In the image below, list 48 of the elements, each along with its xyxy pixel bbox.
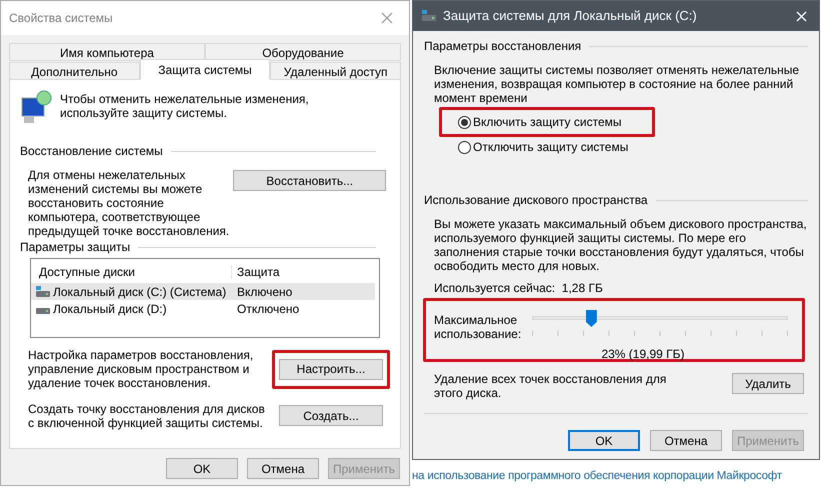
tab[interactable]: Оборудование — [205, 43, 401, 61]
slider-label: Максимальное использование: — [434, 313, 522, 341]
usage-description: Вы можете указать максимальный объем дискового пространства, используемого функцией защиты системы. По мере его заполнения старые точки восстановления будут удаляться, чтобы освободить место для новых. — [433, 217, 808, 273]
radio-label: Включить защиту системы — [473, 115, 622, 129]
dialog-button[interactable]: Отмена — [247, 458, 319, 479]
window-title: Свойства системы — [9, 10, 113, 27]
slider-ticks-icon — [532, 331, 788, 336]
action-button[interactable]: Создать... — [279, 405, 383, 426]
current-usage: Используется сейчас: 1,28 ГБ — [433, 281, 604, 295]
tab[interactable]: Дополнительно — [9, 62, 140, 80]
column-header: Защита — [231, 265, 379, 279]
tab[interactable]: Защита системы — [140, 59, 270, 80]
group-heading: Параметры восстановления — [424, 39, 582, 53]
drive-name: Локальный диск (D:) — [53, 302, 167, 316]
dialog-button[interactable]: Отмена — [650, 430, 722, 451]
radio-button[interactable] — [458, 116, 471, 128]
drive-name: Локальный диск (C:) (Система) — [53, 284, 226, 298]
computer-shield-icon — [20, 90, 52, 124]
background-link[interactable]: на использование программного обеспечения корпорации Майкрософт — [412, 468, 782, 486]
drive-row[interactable]: Локальный диск (C:) (Система) Включено — [31, 283, 375, 300]
restore-button[interactable]: Восстановить... — [233, 170, 386, 191]
tab[interactable]: Удаленный доступ — [270, 62, 402, 80]
column-header: Доступные диски — [38, 265, 136, 279]
group-heading: Параметры защиты — [20, 240, 130, 254]
restore-description: Включение защиты системы позволяет отменять нежелательные изменения, возвращая компьютер в состояние на более ранний момент времени — [433, 63, 800, 105]
protection-status: Отключено — [236, 302, 300, 316]
action-description: Настройка параметров восстановления, управление дисковым пространством и удаление точек восстановления. — [28, 348, 254, 390]
delete-description: Удаление всех точек восстановления для этого диска. — [434, 372, 668, 400]
window-title: Защита системы для Локальный диск (C:) — [443, 9, 697, 23]
slider-track[interactable] — [532, 310, 788, 327]
intro-text: Чтобы отменить нежелательные изменения, используйте защиту системы. — [60, 91, 310, 120]
slider-thumb[interactable] — [586, 310, 597, 327]
action-description: Создать точку восстановления для дисков с включенной функцией защиты системы. — [28, 402, 266, 430]
restore-description: Для отмены нежелательных изменений системы вы можете восстановить состояние компьютера, соответствующее предыдущей точке восстановления. — [28, 168, 230, 238]
drive-row[interactable]: Локальный диск (D:) Отключено — [31, 300, 375, 317]
radio-option[interactable]: Включить защиту системы — [458, 115, 636, 129]
drive-icon — [421, 10, 437, 22]
dialog-button[interactable]: OK — [166, 458, 238, 479]
group-heading: Использование дискового пространства — [424, 193, 648, 207]
tab[interactable]: Имя компьютера — [9, 43, 205, 61]
delete-button[interactable]: Удалить — [732, 373, 804, 394]
protection-status: Включено — [236, 284, 292, 298]
action-button[interactable]: Настроить... — [279, 358, 383, 380]
group-heading: Восстановление системы — [20, 144, 163, 158]
radio-button[interactable] — [458, 140, 471, 154]
drive-icon — [35, 286, 51, 298]
slider-reading: 23% (19,99 ГБ) — [600, 347, 686, 361]
dialog-button[interactable]: OK — [568, 430, 640, 451]
